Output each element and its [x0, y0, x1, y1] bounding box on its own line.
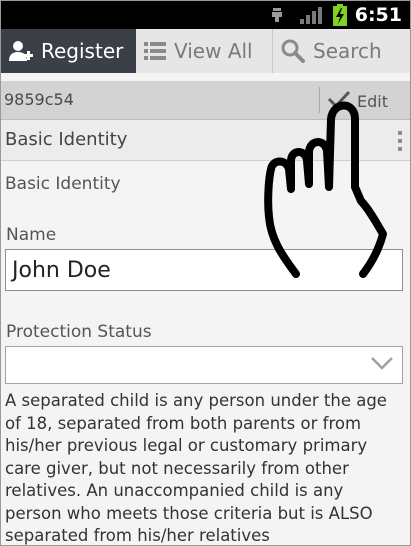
name-label: Name [6, 225, 57, 245]
protection-status-select[interactable] [5, 346, 403, 384]
search-icon [281, 39, 305, 63]
list-icon [144, 41, 166, 61]
tab-bar: Register View All Search [1, 29, 410, 73]
status-bar: 6:51 [1, 1, 410, 29]
tab-search-label: Search [313, 39, 382, 63]
protection-status-description: A separated child is any person under th… [5, 391, 387, 545]
tab-register[interactable]: Register [1, 29, 136, 73]
chevron-down-icon [370, 355, 394, 375]
section-subtitle: Basic Identity [5, 174, 121, 194]
tab-view-all[interactable]: View All [136, 29, 273, 73]
clock: 6:51 [354, 4, 402, 26]
pointing-hand-icon [264, 101, 387, 278]
usb-debug-icon [270, 7, 284, 27]
record-id: 9859c54 [4, 90, 74, 109]
add-user-icon [9, 39, 33, 63]
battery-charging-icon [333, 4, 347, 30]
name-value: John Doe [12, 257, 111, 283]
section-title: Basic Identity [5, 129, 128, 150]
tab-register-label: Register [41, 39, 124, 63]
phone-screen: 6:51 Register View All Search 9859c54 Ed… [0, 0, 411, 546]
signal-icon [300, 7, 322, 28]
protection-status-label: Protection Status [6, 322, 152, 342]
tab-view-all-label: View All [174, 39, 253, 63]
tab-search[interactable]: Search [273, 29, 410, 73]
